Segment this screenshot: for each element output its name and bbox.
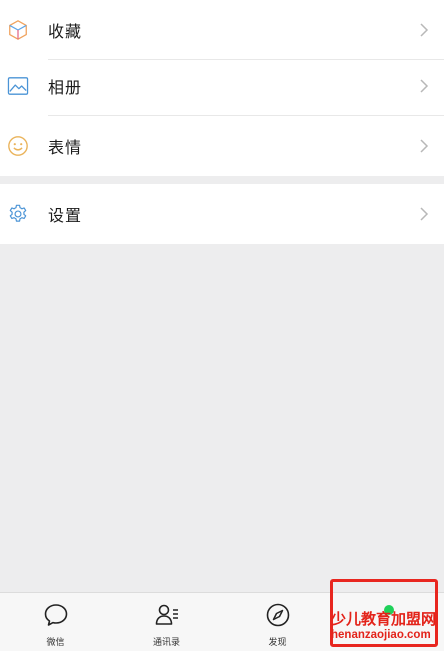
tab-me[interactable]: [333, 593, 444, 651]
compass-icon: [266, 603, 289, 627]
tab-label: 发现: [268, 638, 287, 648]
menu-item-label: 相册: [48, 78, 83, 97]
menu-group-primary: 收藏 相册 表情: [0, 0, 444, 176]
tab-label: 微信: [46, 638, 65, 648]
menu-item-label: 设置: [48, 206, 83, 225]
album-picture-icon: [6, 74, 30, 98]
tab-chats[interactable]: 微信: [0, 593, 111, 651]
menu-item-album[interactable]: 相册: [0, 56, 444, 116]
menu-item-favorites[interactable]: 收藏: [0, 0, 444, 60]
tab-label: 通讯录: [152, 638, 180, 648]
menu-item-settings[interactable]: 设置: [0, 184, 444, 244]
menu-item-stickers[interactable]: 表情: [0, 116, 444, 176]
chevron-right-icon: [420, 23, 429, 37]
me-tab-dot: [383, 605, 394, 615]
tab-contacts[interactable]: 通讯录: [111, 593, 222, 651]
chevron-right-icon: [420, 79, 429, 93]
settings-gear-icon: [6, 202, 30, 226]
chat-bubble-icon: [44, 604, 67, 626]
stickers-smiley-icon: [6, 134, 30, 158]
menu-item-label: 表情: [48, 138, 83, 157]
bottom-tab-bar: 微信 通讯录 发现: [0, 592, 444, 651]
chevron-right-icon: [420, 207, 429, 221]
menu-group-settings: 设置: [0, 184, 444, 244]
tab-discover[interactable]: 发现: [222, 593, 333, 651]
contacts-icon: [155, 604, 178, 625]
chevron-right-icon: [420, 139, 429, 153]
favorites-cube-icon: [6, 18, 30, 42]
menu-item-label: 收藏: [48, 22, 83, 41]
